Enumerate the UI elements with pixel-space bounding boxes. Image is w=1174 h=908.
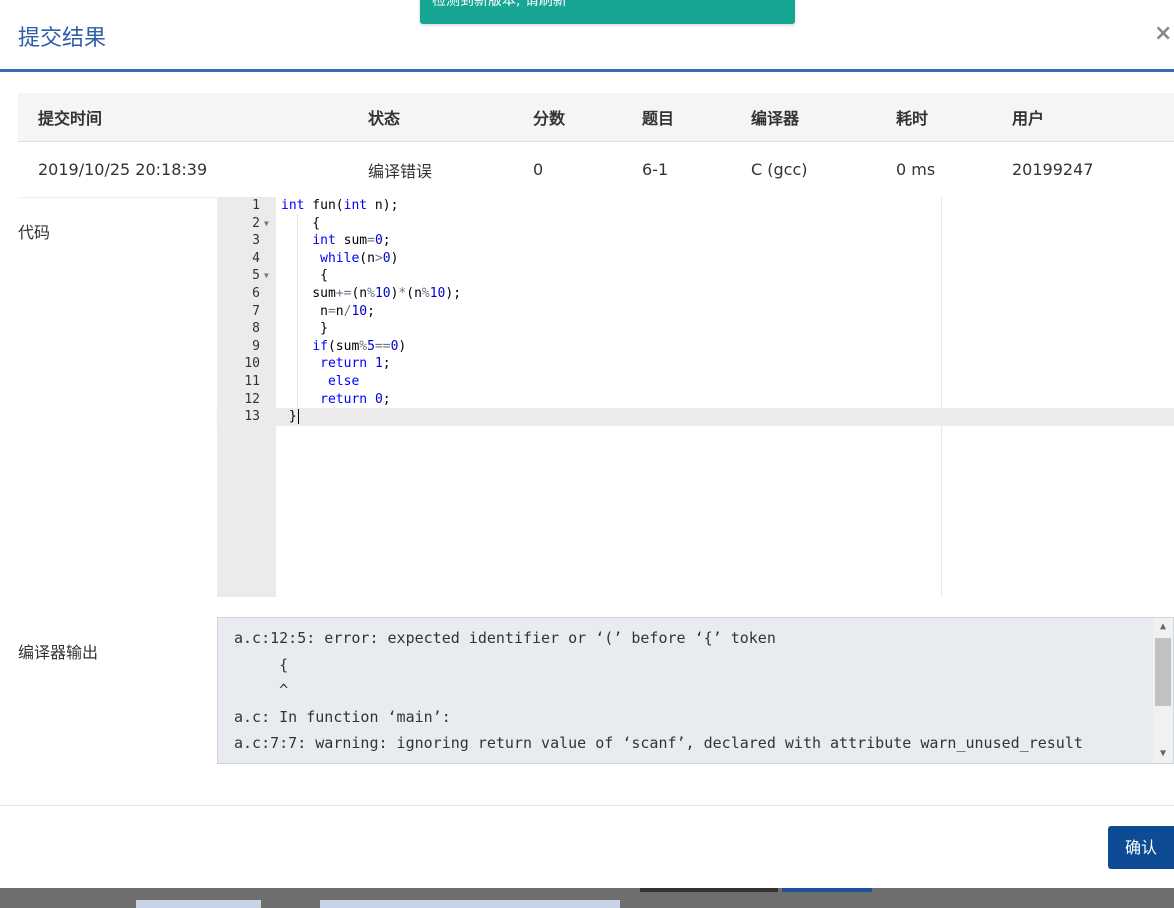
code-text: int fun(int n); <box>281 198 399 213</box>
code-text: } <box>281 321 328 337</box>
column-header-duration: 耗时 <box>876 93 992 142</box>
table-row: 2019/10/25 20:18:39 编译错误 0 6-1 C (gcc) 0… <box>18 141 1174 198</box>
output-line: ^ <box>234 681 289 699</box>
cell-user: 20199247 <box>992 141 1174 198</box>
code-line: 2 ▼ { <box>217 215 1174 233</box>
line-number: 13 <box>244 409 260 425</box>
column-header-submit-time: 提交时间 <box>18 93 348 142</box>
cell-score: 0 <box>513 141 622 198</box>
cell-submit-time: 2019/10/25 20:18:39 <box>18 141 348 198</box>
code-line: 3 int sum=0; <box>217 232 1174 250</box>
text-cursor <box>297 409 299 425</box>
close-icon[interactable]: × <box>1154 20 1174 48</box>
code-text: if(sum%5==0) <box>312 338 407 354</box>
scroll-down-icon[interactable]: ▼ <box>1153 745 1173 763</box>
output-line: a.c:7:7: warning: ignoring return value … <box>234 734 1083 752</box>
line-number: 5 <box>252 268 260 284</box>
line-number: 10 <box>244 356 260 372</box>
code-line: 9 if(sum%5==0) <box>217 338 1174 356</box>
scrollbar-thumb[interactable] <box>1155 638 1171 706</box>
code-editor[interactable]: 1 int fun(int n); 2 ▼ {3 int sum=0; 4 while(… <box>217 197 1174 597</box>
line-number: 8 <box>252 321 260 337</box>
code-text: { <box>281 215 321 231</box>
toast-text: 检测到新版本, 请刷新 <box>432 0 567 9</box>
output-scrollbar[interactable]: ▲ ▼ <box>1153 618 1173 763</box>
line-number: 4 <box>252 250 260 266</box>
column-header-user: 用户 <box>992 93 1174 142</box>
indent-guide <box>297 214 298 409</box>
code-text: while(n>0) <box>320 250 399 266</box>
code-line: 8 } <box>217 320 1174 338</box>
line-number: 3 <box>252 233 260 249</box>
footer-divider <box>0 805 1174 806</box>
line-number: 9 <box>252 338 260 354</box>
code-line: 13 } <box>217 408 1174 426</box>
line-number: 2 <box>252 215 260 231</box>
code-line: 12 return 0; <box>217 391 1174 409</box>
code-line: 10 return 1; <box>217 355 1174 373</box>
line-number: 1 <box>252 198 260 213</box>
code-line: 5 ▼ { <box>217 267 1174 285</box>
compiler-output-box[interactable]: a.c:7:7: warning: ignoring return value … <box>217 617 1174 764</box>
output-line: a.c:12:5: error: expected identifier or … <box>234 629 776 647</box>
problem-link[interactable]: 6-1 <box>622 141 731 198</box>
line-number: 11 <box>244 374 260 389</box>
code-text: { <box>281 268 328 284</box>
code-label: 代码 <box>18 223 51 242</box>
dialog-title: 提交结果 <box>18 26 107 51</box>
page-backdrop <box>0 888 1174 908</box>
code-text: else <box>327 374 360 389</box>
output-line: { <box>234 656 289 674</box>
line-number: 6 <box>252 286 260 301</box>
cell-duration: 0 ms <box>876 141 992 198</box>
status-link[interactable]: 编译错误 <box>348 141 513 198</box>
submission-result-dialog: 提交结果 × 提交时间 状态 分数 题目 编译器 耗时 用户 2019/10/2… <box>0 0 1174 888</box>
confirm-button[interactable]: 确认 <box>1108 826 1174 869</box>
cell-compiler: C (gcc) <box>731 141 876 198</box>
output-line: a.c: In function ‘main’: <box>234 708 451 726</box>
code-line: 1 int fun(int n); <box>217 197 1174 215</box>
column-header-score: 分数 <box>513 93 622 142</box>
code-text: } <box>281 409 299 425</box>
code-line: 6 sum+=(n%10)*(n%10); <box>217 285 1174 303</box>
fold-toggle-icon[interactable]: ▼ <box>264 215 269 233</box>
compiler-output-label: 编译器输出 <box>18 643 99 662</box>
scroll-up-icon[interactable]: ▲ <box>1153 618 1173 636</box>
table-header-row: 提交时间 状态 分数 题目 编译器 耗时 用户 <box>18 93 1174 142</box>
code-text: sum+=(n%10)*(n%10); <box>281 286 462 301</box>
code-line: 11 else <box>217 373 1174 391</box>
line-number: 7 <box>252 303 260 319</box>
code-text: n=n/10; <box>281 303 375 319</box>
code-line: 7 n=n/10; <box>217 303 1174 321</box>
result-table: 提交时间 状态 分数 题目 编译器 耗时 用户 2019/10/25 20:18… <box>18 93 1174 198</box>
column-header-compiler: 编译器 <box>731 93 876 142</box>
update-toast: 检测到新版本, 请刷新 <box>420 0 795 24</box>
code-line: 4 while(n>0) <box>217 250 1174 268</box>
line-number: 12 <box>244 391 260 407</box>
column-header-problem: 题目 <box>622 93 731 142</box>
fold-toggle-icon[interactable]: ▼ <box>264 267 269 285</box>
column-header-status: 状态 <box>348 93 513 142</box>
